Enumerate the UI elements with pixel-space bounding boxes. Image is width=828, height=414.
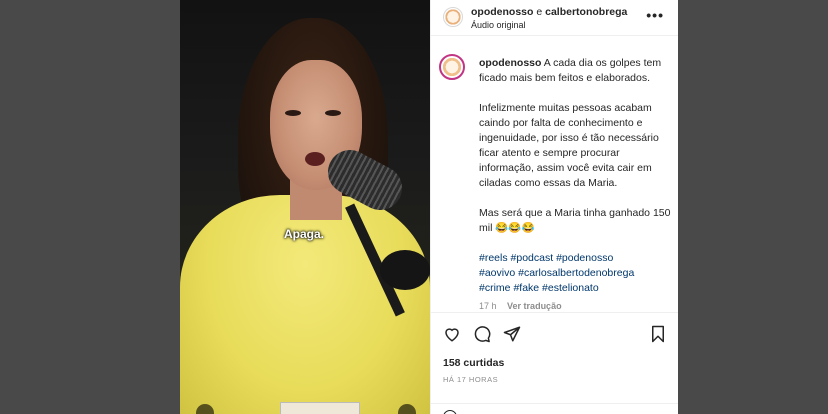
- share-icon[interactable]: [503, 325, 521, 343]
- more-horizontal-icon[interactable]: •••: [646, 8, 664, 22]
- post-header: opodenosso e calbertonobrega Áudio origi…: [431, 0, 678, 36]
- hashtag-link[interactable]: #crime: [479, 282, 511, 294]
- post-actions: 158 curtidas HÁ 17 HORAS: [431, 312, 678, 414]
- video-frame-eye: [285, 110, 301, 116]
- caption-text: Mas será que a Maria tinha ganhado 150 m…: [479, 207, 671, 234]
- video-frame-mic-mount: [380, 250, 430, 290]
- emoji-icon[interactable]: [443, 410, 457, 414]
- hashtag-link[interactable]: #podenosso: [556, 252, 613, 264]
- hashtag-link[interactable]: #carlosalbertodenobrega: [518, 267, 634, 279]
- comment-icon[interactable]: [473, 325, 491, 343]
- post-details: opodenosso e calbertonobrega Áudio origi…: [430, 0, 678, 414]
- hashtag-link[interactable]: #podcast: [511, 252, 554, 264]
- post-time[interactable]: HÁ 17 HORAS: [443, 375, 498, 384]
- video-frame-book: [280, 402, 360, 414]
- hashtag-link[interactable]: #aovivo: [479, 267, 515, 279]
- add-comment-bar[interactable]: [431, 403, 678, 414]
- reel-video[interactable]: Apaga.: [180, 0, 430, 414]
- coauthor-link[interactable]: calbertonobrega: [545, 6, 627, 18]
- heart-icon[interactable]: [443, 325, 461, 343]
- see-translation-button[interactable]: Ver tradução: [507, 301, 562, 311]
- audio-link[interactable]: Áudio original: [471, 20, 526, 30]
- caption-meta: 17 h Ver tradução: [479, 299, 671, 312]
- author-link[interactable]: opodenosso: [471, 6, 533, 18]
- avatar[interactable]: [439, 54, 465, 80]
- hashtag-link[interactable]: #fake: [513, 282, 539, 294]
- caption-comment: opodenosso A cada dia os golpes tem fica…: [431, 50, 678, 312]
- video-frame-eye: [325, 110, 341, 116]
- post-modal: Apaga. opodenosso e calbertonobrega Áudi…: [180, 0, 678, 414]
- post-authors: opodenosso e calbertonobrega: [471, 6, 627, 18]
- caption-username[interactable]: opodenosso: [479, 57, 541, 69]
- caption-body: opodenosso A cada dia os golpes tem fica…: [479, 56, 671, 312]
- likes-count[interactable]: 158 curtidas: [443, 357, 504, 369]
- caption-text: Infelizmente muitas pessoas acabam caind…: [479, 102, 659, 189]
- bookmark-icon[interactable]: [649, 325, 667, 343]
- hashtag-link[interactable]: #reels: [479, 252, 508, 264]
- hashtag-link[interactable]: #estelionato: [542, 282, 599, 294]
- avatar[interactable]: [443, 7, 463, 27]
- caption-age: 17 h: [479, 301, 497, 311]
- hashtag-list: #reels #podcast #podenosso #aovivo #carl…: [479, 251, 671, 296]
- video-frame-mouth: [305, 152, 325, 166]
- video-subtitle: Apaga.: [284, 227, 325, 241]
- authors-conjunction: e: [536, 6, 543, 18]
